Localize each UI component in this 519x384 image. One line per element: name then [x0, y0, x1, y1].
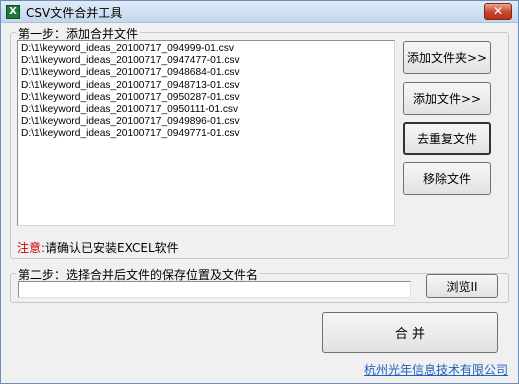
merge-button[interactable]: 合 并 [322, 312, 498, 353]
save-path-input[interactable] [18, 281, 411, 298]
app-window: X CSV文件合并工具 ✕ 第一步：添加合并文件 D:\1\keyword_id… [0, 0, 519, 384]
company-link[interactable]: 杭州光年信息技术有限公司 [364, 361, 508, 378]
add-file-button[interactable]: 添加文件>> [403, 82, 491, 115]
file-list-item[interactable]: D:\1\keyword_ideas_20100717_094999-01.cs… [18, 43, 394, 55]
notice-label: 注意: [17, 241, 46, 255]
file-list-item[interactable]: D:\1\keyword_ideas_20100717_0949896-01.c… [18, 116, 394, 128]
window-title: CSV文件合并工具 [26, 6, 123, 20]
remove-file-button[interactable]: 移除文件 [403, 162, 491, 195]
excel-app-icon: X [6, 5, 20, 19]
file-listbox[interactable]: D:\1\keyword_ideas_20100717_094999-01.cs… [17, 40, 395, 226]
file-list-item[interactable]: D:\1\keyword_ideas_20100717_0950111-01.c… [18, 104, 394, 116]
browse-button[interactable]: 浏览II [426, 274, 498, 298]
file-list-item[interactable]: D:\1\keyword_ideas_20100717_0948684-01.c… [18, 67, 394, 79]
file-list-item[interactable]: D:\1\keyword_ideas_20100717_0947477-01.c… [18, 55, 394, 67]
title-bar[interactable]: X CSV文件合并工具 ✕ [1, 1, 518, 23]
dedupe-files-button[interactable]: 去重复文件 [403, 122, 491, 155]
file-list-item[interactable]: D:\1\keyword_ideas_20100717_0948713-01.c… [18, 80, 394, 92]
add-folder-button[interactable]: 添加文件夹>> [403, 41, 491, 74]
close-button[interactable]: ✕ [484, 3, 512, 20]
notice-text: 请确认已安装EXCEL软件 [45, 241, 179, 255]
install-notice: 注意:请确认已安装EXCEL软件 [17, 239, 179, 256]
file-list-item[interactable]: D:\1\keyword_ideas_20100717_0950287-01.c… [18, 92, 394, 104]
file-list-item[interactable]: D:\1\keyword_ideas_20100717_0949771-01.c… [18, 128, 394, 140]
